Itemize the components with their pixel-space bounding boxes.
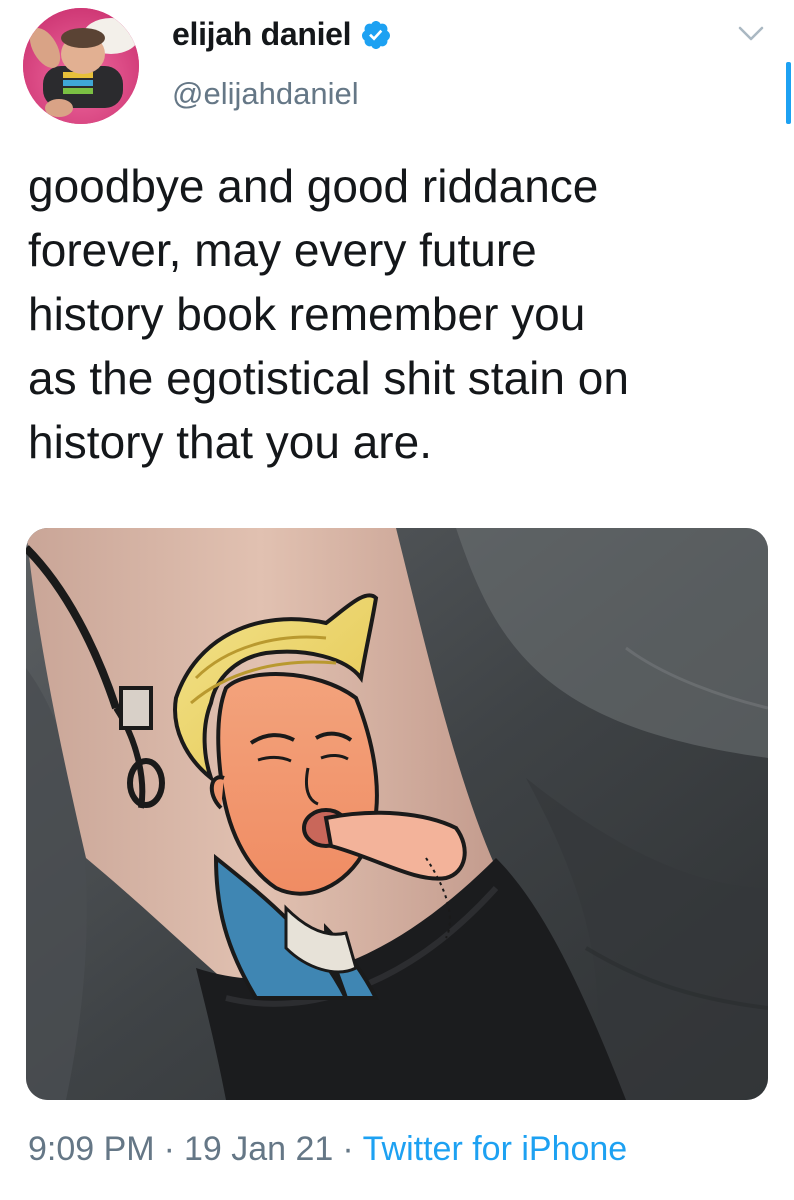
scrollbar-thumb[interactable] [786, 62, 791, 124]
tweet-text: goodbye and good riddance forever, may e… [28, 160, 629, 468]
tweet-meta: 9:09 PM · 19 Jan 21 · Twitter for iPhone [28, 1130, 627, 1169]
avatar-photo [23, 8, 139, 124]
meta-separator: · [163, 1130, 175, 1168]
tweet-source-link[interactable]: Twitter for iPhone [363, 1130, 628, 1168]
author-handle[interactable]: @elijahdaniel [172, 76, 359, 112]
tattoo-photo-illustration [26, 528, 768, 1100]
author-display-name[interactable]: elijah daniel [172, 16, 352, 53]
tweet-date: 19 Jan 21 [183, 1130, 334, 1168]
meta-separator: · [342, 1130, 354, 1168]
verified-badge-icon [360, 19, 392, 51]
avatar[interactable] [23, 8, 139, 124]
chevron-down-icon[interactable] [736, 24, 766, 44]
tweet-time: 9:09 PM [28, 1130, 155, 1168]
tweet-media-photo[interactable] [26, 528, 768, 1100]
author-display-name-row[interactable]: elijah daniel [172, 16, 392, 53]
